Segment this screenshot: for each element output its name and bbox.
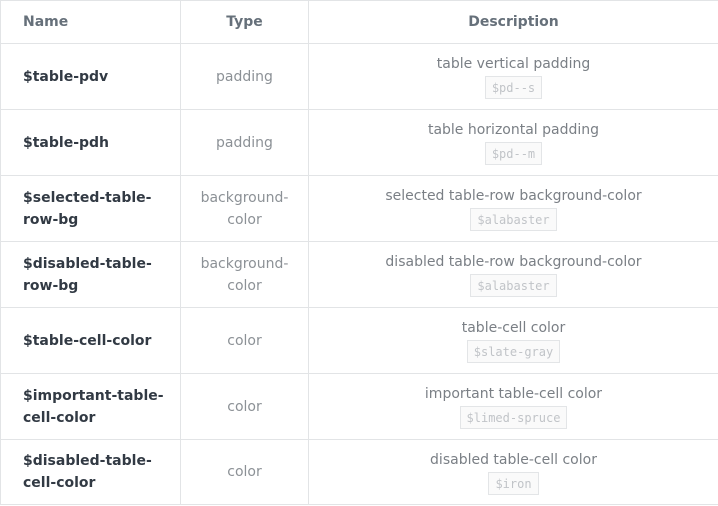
table-row: $important-table-cell-color color import… [0,373,718,440]
variable-description-cell: selected table-row background-color $ala… [308,175,718,242]
variable-value-code: $iron [488,471,539,495]
table-row: $table-pdh padding table horizontal padd… [0,109,718,176]
variable-value-code: $limed-spruce [459,406,568,429]
variable-description: selected table-row background-color [385,188,642,204]
variable-type: color [180,307,309,374]
variable-name: $selected-table-row-bg [0,175,181,242]
variable-value-code: $pd--m [484,142,543,165]
variable-description-cell: table-cell color $slate-gray [308,307,718,374]
variable-description-cell: table vertical padding $pd--s [308,43,718,110]
variable-description-cell: disabled table-row background-color $ala… [308,241,718,308]
table-row: $table-cell-color color table-cell color… [0,307,718,374]
variable-name: $table-pdv [0,43,181,110]
variable-name: $disabled-table-cell-color [0,439,181,505]
column-header-type: Type [180,0,309,44]
table-row: $disabled-table-cell-color color disable… [0,439,718,505]
variable-value-code: $alabaster [470,208,557,231]
table-row: $disabled-table-row-bg background-color … [0,241,718,308]
variable-name: $disabled-table-row-bg [0,241,181,308]
variable-value-code: $pd--s [484,76,543,99]
table-body: $table-pdv padding table vertical paddin… [0,43,718,505]
variable-description: table-cell color [461,320,566,336]
variable-type: padding [180,43,309,110]
variable-value-code: $alabaster [470,274,557,297]
variable-description: disabled table-cell color [430,451,597,468]
variable-description: table vertical padding [436,56,591,72]
table-row: $table-pdv padding table vertical paddin… [0,43,718,110]
variable-type: background-color [180,175,309,242]
variable-name: $table-pdh [0,109,181,176]
table-row: $selected-table-row-bg background-color … [0,175,718,242]
variable-type: padding [180,109,309,176]
variable-type: background-color [180,241,309,308]
variable-description-cell: table horizontal padding $pd--m [308,109,718,176]
header-row: Name Type Description [0,0,718,44]
column-header-name: Name [0,0,181,44]
variable-description: important table-cell color [424,386,603,402]
variable-name: $table-cell-color [0,307,181,374]
variable-value-code: $slate-gray [466,340,561,363]
variable-description-cell: important table-cell color $limed-spruce [308,373,718,440]
variable-type: color [180,439,309,505]
variable-description: table horizontal padding [427,122,600,138]
table-header: Name Type Description [0,0,718,44]
column-header-description: Description [308,0,718,44]
variable-description: disabled table-row background-color [385,254,642,270]
variables-table: Name Type Description $table-pdv padding… [0,0,718,505]
variable-type: color [180,373,309,440]
variable-description-cell: disabled table-cell color $iron [308,439,718,505]
variable-name: $important-table-cell-color [0,373,181,440]
